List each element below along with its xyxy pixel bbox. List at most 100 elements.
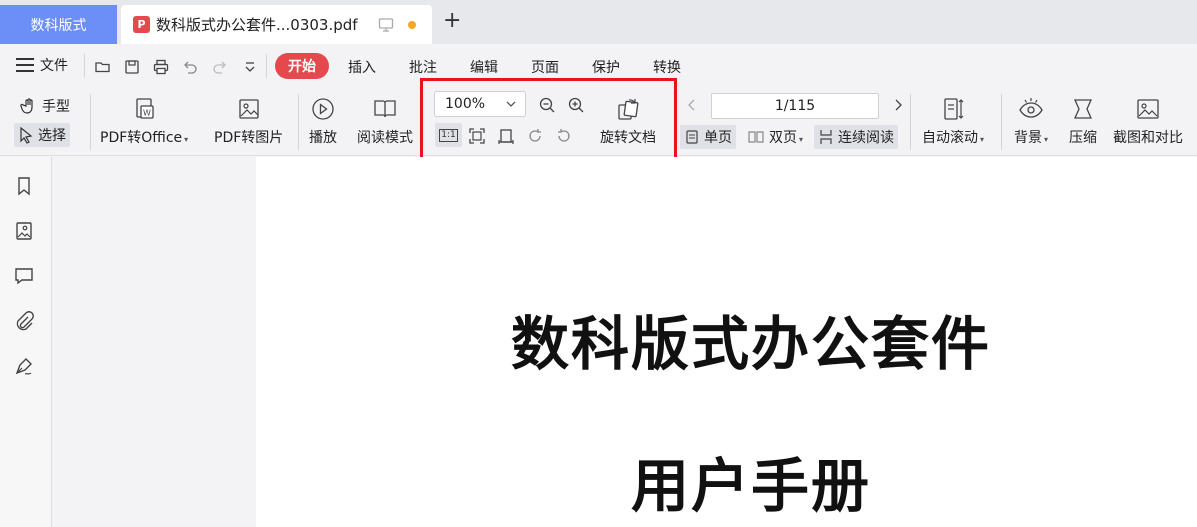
- auto-scroll-label: 自动滚动 ▾: [922, 130, 985, 146]
- double-page-icon: [748, 131, 764, 143]
- zoom-value: 100%: [445, 96, 486, 112]
- single-page-label: 单页: [704, 130, 732, 146]
- divider: [266, 54, 267, 78]
- rotate-counterclockwise-icon[interactable]: [555, 127, 573, 145]
- auto-scroll-icon: [944, 98, 964, 120]
- rotate-document-button[interactable]: 旋转文档: [600, 96, 656, 147]
- redo-icon[interactable]: [211, 58, 229, 76]
- background-label: 背景 ▾: [1014, 130, 1049, 146]
- pdf-to-image-button[interactable]: PDF转图片: [214, 96, 283, 147]
- zoom-out-icon[interactable]: [538, 96, 556, 114]
- file-menu[interactable]: 文件: [16, 55, 68, 75]
- rotate-document-label: 旋转文档: [600, 130, 656, 146]
- zoom-in-icon[interactable]: [567, 96, 585, 114]
- tab-bar: 数科版式 P 数科版式办公套件...0303.pdf +: [0, 0, 1197, 44]
- signature-pen-icon[interactable]: [13, 355, 35, 377]
- pdf-to-office-label: PDF转Office ▾: [100, 130, 189, 146]
- cursor-arrow-icon: [20, 126, 33, 144]
- next-page-icon[interactable]: [892, 98, 904, 112]
- document-title: 数科版式办公套件: [510, 310, 991, 378]
- document-subtitle: 用户手册: [630, 452, 871, 520]
- rotate-clockwise-icon[interactable]: [526, 127, 544, 145]
- play-icon: [312, 98, 334, 120]
- ribbon-toolbar: 手型 选择 W PDF转Office ▾ PDF转图片 播放 阅读模式 100% …: [0, 88, 1197, 156]
- screenshot-compare-label: 截图和对比: [1113, 130, 1183, 146]
- continuous-reading-icon: [820, 130, 832, 144]
- tab-protect[interactable]: 保护: [592, 57, 620, 77]
- pdf-to-image-label: PDF转图片: [214, 130, 284, 146]
- zoom-select[interactable]: 100%: [434, 91, 526, 117]
- thumbnail-icon[interactable]: [13, 220, 35, 242]
- eye-icon: [1019, 98, 1043, 118]
- play-label: 播放: [309, 130, 337, 146]
- screenshot-compare-icon: [1137, 99, 1159, 119]
- tab-edit[interactable]: 编辑: [470, 57, 498, 77]
- left-sidebar: [0, 157, 52, 527]
- svg-text:W: W: [143, 109, 151, 118]
- divider: [84, 54, 85, 78]
- select-tool-label: 选择: [38, 128, 66, 144]
- document-page[interactable]: 数科版式办公套件 用户手册: [256, 157, 1197, 527]
- page-indicator: 1/115: [774, 98, 816, 114]
- bookmark-icon[interactable]: [13, 175, 35, 197]
- fit-page-icon[interactable]: [468, 127, 486, 145]
- double-page-label: 双页 ▾: [769, 130, 804, 146]
- open-folder-icon[interactable]: [94, 58, 112, 76]
- document-tab[interactable]: P 数科版式办公套件...0303.pdf: [121, 5, 432, 44]
- background-button[interactable]: 背景 ▾: [1014, 96, 1048, 147]
- fit-width-icon[interactable]: [497, 127, 515, 145]
- hand-tool-label: 手型: [42, 99, 70, 115]
- previous-page-icon[interactable]: [686, 98, 698, 112]
- app-tab[interactable]: 数科版式: [0, 5, 117, 44]
- file-menu-label: 文件: [40, 58, 68, 74]
- divider: [910, 94, 911, 150]
- pdf-to-office-button[interactable]: W PDF转Office ▾: [100, 96, 188, 147]
- menu-bar: 文件 开始 插入 批注 编辑 页面 保护 转换: [0, 44, 1197, 88]
- new-tab-button[interactable]: +: [443, 10, 461, 32]
- customize-dropdown-icon[interactable]: [241, 58, 259, 76]
- single-page-button[interactable]: 单页: [680, 125, 736, 149]
- screenshot-compare-button[interactable]: 截图和对比: [1113, 96, 1183, 147]
- save-icon[interactable]: [123, 58, 141, 76]
- divider: [90, 94, 91, 150]
- chevron-down-icon: [506, 101, 516, 107]
- divider: [1001, 94, 1002, 150]
- hand-tool-button[interactable]: 手型: [20, 96, 70, 116]
- tab-page[interactable]: 页面: [531, 57, 559, 77]
- undo-icon[interactable]: [181, 58, 199, 76]
- compress-icon: [1073, 99, 1093, 119]
- tab-annotate[interactable]: 批注: [409, 57, 437, 77]
- play-button[interactable]: 播放: [309, 96, 337, 147]
- monitor-icon[interactable]: [378, 17, 394, 33]
- pdf-to-office-icon: W: [136, 98, 154, 119]
- tab-convert[interactable]: 转换: [653, 57, 681, 77]
- comment-icon[interactable]: [13, 265, 35, 287]
- document-margin-area: [53, 157, 256, 527]
- page-number-input[interactable]: 1/115: [711, 93, 879, 119]
- hand-icon: [20, 98, 33, 114]
- read-mode-label: 阅读模式: [357, 130, 413, 146]
- actual-size-button[interactable]: 1:1: [435, 123, 462, 147]
- rotate-document-icon: [618, 99, 639, 120]
- tab-insert[interactable]: 插入: [348, 57, 376, 77]
- book-icon: [374, 100, 396, 118]
- divider: [298, 94, 299, 150]
- read-mode-button[interactable]: 阅读模式: [357, 96, 413, 147]
- document-tab-title: 数科版式办公套件...0303.pdf: [156, 16, 358, 34]
- print-icon[interactable]: [152, 58, 170, 76]
- compress-button[interactable]: 压缩: [1069, 96, 1097, 147]
- attachment-icon[interactable]: [13, 310, 35, 332]
- select-tool-button[interactable]: 选择: [14, 123, 70, 147]
- auto-scroll-button[interactable]: 自动滚动 ▾: [922, 96, 984, 147]
- tab-start[interactable]: 开始: [275, 53, 329, 79]
- pdf-file-icon: P: [133, 16, 150, 33]
- actual-size-label: 1:1: [439, 128, 458, 142]
- single-page-icon: [686, 130, 698, 144]
- hamburger-icon: [16, 58, 34, 72]
- unsaved-indicator: [408, 21, 416, 29]
- compress-label: 压缩: [1069, 130, 1097, 146]
- continuous-reading-label: 连续阅读: [838, 130, 894, 146]
- continuous-reading-button[interactable]: 连续阅读: [814, 125, 898, 149]
- double-page-button[interactable]: 双页 ▾: [747, 127, 803, 147]
- pdf-to-image-icon: [238, 99, 259, 119]
